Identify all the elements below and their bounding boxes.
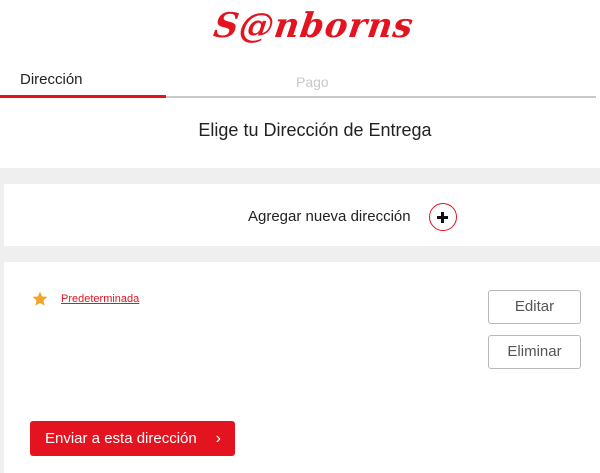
- sanborns-logo[interactable]: S@nborns: [211, 6, 416, 46]
- plus-vertical: [441, 211, 444, 223]
- send-button-label: Enviar a esta dirección: [45, 430, 197, 447]
- tab-address[interactable]: Dirección: [20, 62, 83, 98]
- edit-button[interactable]: Editar: [488, 290, 581, 324]
- chevron-right-icon: ›: [215, 430, 221, 447]
- default-address-link[interactable]: Predeterminada: [61, 293, 139, 305]
- delete-button[interactable]: Eliminar: [488, 335, 581, 369]
- tab-payment[interactable]: Pago: [296, 62, 329, 98]
- add-address-label[interactable]: Agregar nueva dirección: [248, 208, 411, 225]
- plus-circle-icon[interactable]: [429, 203, 457, 231]
- title-section: Elige tu Dirección de Entrega: [0, 98, 600, 168]
- send-to-address-button[interactable]: Enviar a esta dirección ›: [30, 421, 235, 456]
- header: S@nborns: [0, 0, 600, 62]
- add-address-card[interactable]: Agregar nueva dirección: [4, 184, 600, 246]
- page-title: Elige tu Dirección de Entrega: [198, 120, 432, 140]
- checkout-tabs: Dirección Pago: [0, 62, 600, 98]
- star-icon: [32, 291, 48, 306]
